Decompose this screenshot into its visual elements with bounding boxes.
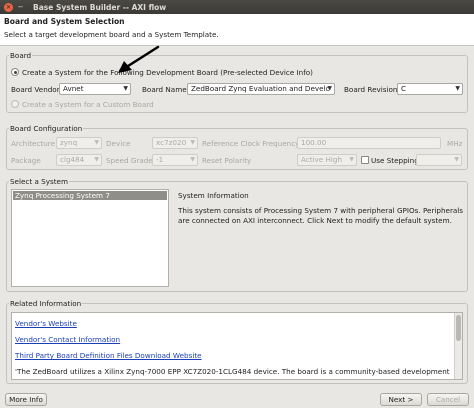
architecture-select[interactable]: zynq ▼ <box>56 137 102 149</box>
system-info-title: System Information <box>178 191 249 200</box>
board-revision-value: C <box>401 84 407 93</box>
architecture-label: Architecture <box>11 139 56 148</box>
related-info-box: Vendor's Website Vendor's Contact Inform… <box>11 312 463 380</box>
wizard-header: Board and System Selection Select a targ… <box>0 14 474 46</box>
board-description: 'The ZedBoard utilizes a Xilinx Zynq-700… <box>15 367 451 376</box>
speed-grade-label: Speed Grade <box>106 156 153 165</box>
board-name-label: Board Name <box>142 85 187 94</box>
chevron-down-icon: ▼ <box>349 156 354 163</box>
use-stepping-label: Use Stepping <box>371 156 419 165</box>
board-vendor-label: Board Vendor <box>11 85 60 94</box>
package-label: Package <box>11 156 41 165</box>
speed-grade-value: -1 <box>156 155 164 164</box>
device-value: xc7z020 <box>156 138 187 147</box>
board-revision-select[interactable]: C ▼ <box>397 83 463 95</box>
list-item[interactable]: Zynq Processing System 7 <box>13 191 167 200</box>
device-label: Device <box>106 139 131 148</box>
vendor-website-link[interactable]: Vendor's Website <box>15 319 77 328</box>
minimize-icon[interactable]: − <box>16 3 25 12</box>
scrollbar-thumb[interactable] <box>456 315 461 341</box>
chevron-down-icon: ▼ <box>327 85 332 92</box>
ref-clock-input[interactable]: 100.00 <box>297 137 441 149</box>
ref-clock-label: Reference Clock Frequency <box>202 139 300 148</box>
speed-grade-select[interactable]: -1 ▼ <box>152 154 198 166</box>
chevron-down-icon: ▼ <box>94 139 99 146</box>
package-value: clg484 <box>60 155 85 164</box>
radio-preselected-label: Create a System for the Following Develo… <box>22 68 313 77</box>
chevron-down-icon: ▼ <box>190 156 195 163</box>
next-button[interactable]: Next > <box>380 393 422 406</box>
related-scrollbar[interactable] <box>454 313 462 379</box>
device-select[interactable]: xc7z020 ▼ <box>152 137 198 149</box>
radio-custom-label: Create a System for a Custom Board <box>22 100 154 109</box>
board-revision-label: Board Revision <box>344 85 398 94</box>
reset-polarity-label: Reset Polarity <box>202 156 252 165</box>
board-vendor-select[interactable]: Avnet ▼ <box>59 83 131 95</box>
board-name-value: ZedBoard Zynq Evaluation and Develc <box>191 84 330 93</box>
board-vendor-value: Avnet <box>63 84 84 93</box>
architecture-value: zynq <box>60 138 78 147</box>
page-subtitle: Select a target development board and a … <box>4 30 219 39</box>
use-stepping-checkbox[interactable] <box>361 156 369 164</box>
reset-polarity-select[interactable]: Active High ▼ <box>297 154 357 166</box>
chevron-down-icon: ▼ <box>123 85 128 92</box>
system-info-line: are connected on AXI interconnect. Click… <box>178 215 452 225</box>
board-config-group-label: Board Configuration <box>9 124 84 133</box>
window-title: Base System Builder -- AXI flow <box>33 2 167 12</box>
close-icon[interactable]: × <box>4 2 13 12</box>
radio-preselected-board[interactable] <box>11 68 19 76</box>
reset-polarity-value: Active High <box>301 155 343 164</box>
ref-clock-value: 100.00 <box>301 138 327 147</box>
board-name-select[interactable]: ZedBoard Zynq Evaluation and Develc ▼ <box>187 83 335 95</box>
stepping-select[interactable]: ▼ <box>416 154 462 166</box>
chevron-down-icon: ▼ <box>454 156 459 163</box>
ref-clock-unit: MHz <box>447 139 463 148</box>
package-select[interactable]: clg484 ▼ <box>56 154 102 166</box>
chevron-down-icon: ▼ <box>190 139 195 146</box>
system-info-line: This system consists of Processing Syste… <box>178 206 464 215</box>
radio-custom-board[interactable] <box>11 100 19 108</box>
chevron-down-icon: ▼ <box>94 156 99 163</box>
page-title: Board and System Selection <box>4 17 125 26</box>
window-titlebar: × − Base System Builder -- AXI flow <box>0 0 474 14</box>
board-group-label: Board <box>9 51 33 60</box>
third-party-download-link[interactable]: Third Party Board Definition Files Downl… <box>15 351 202 360</box>
system-info-text: This system consists of Processing Syste… <box>178 206 464 225</box>
chevron-down-icon: ▼ <box>455 85 460 92</box>
vendor-contact-link[interactable]: Vendor's Contact Information <box>15 335 120 344</box>
system-list[interactable]: Zynq Processing System 7 <box>11 189 169 287</box>
related-group-label: Related Information <box>9 299 83 308</box>
system-group-label: Select a System <box>9 177 69 186</box>
more-info-button[interactable]: More Info <box>5 393 47 406</box>
cancel-button[interactable]: Cancel <box>427 393 469 406</box>
